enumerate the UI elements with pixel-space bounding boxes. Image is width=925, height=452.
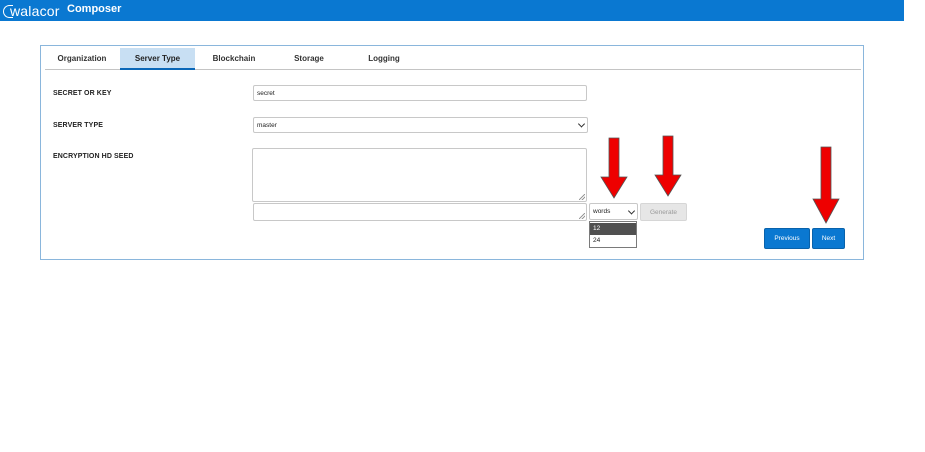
words-option-12[interactable]: 12	[590, 223, 636, 235]
seed-words-textarea[interactable]	[253, 203, 587, 221]
resize-grip-icon[interactable]	[579, 194, 585, 200]
next-button[interactable]: Next	[812, 228, 845, 249]
tab-logging[interactable]: Logging	[346, 48, 422, 69]
secret-input[interactable]: secret	[253, 85, 587, 101]
tab-organization[interactable]: Organization	[45, 48, 119, 69]
tab-storage[interactable]: Storage	[273, 48, 345, 69]
words-option-24[interactable]: 24	[590, 235, 636, 247]
server-type-select[interactable]: master	[253, 117, 588, 133]
logo-text: walacor	[10, 2, 60, 19]
tab-blockchain[interactable]: Blockchain	[196, 48, 272, 69]
walacor-logo: walacor	[3, 2, 60, 19]
red-arrow-icon	[654, 135, 682, 197]
previous-button[interactable]: Previous	[764, 228, 810, 249]
chevron-down-icon	[577, 120, 586, 128]
words-dropdown-list: 12 24	[589, 221, 637, 248]
words-select-value: words	[593, 208, 611, 215]
generate-button[interactable]: Generate	[640, 203, 687, 221]
server-type-label: SERVER TYPE	[53, 122, 103, 129]
seed-label: ENCRYPTION HD SEED	[53, 153, 134, 160]
app-title: Composer	[67, 3, 122, 15]
tab-server-type[interactable]: Server Type	[120, 48, 195, 70]
words-select[interactable]: words	[589, 203, 638, 220]
red-arrow-icon	[812, 146, 840, 224]
resize-grip-icon[interactable]	[579, 213, 585, 219]
seed-textarea[interactable]	[252, 148, 587, 202]
tab-bar: Organization Server Type Blockchain Stor…	[45, 48, 861, 70]
app-header: walacor Composer	[0, 0, 904, 21]
chevron-down-icon	[627, 206, 636, 215]
secret-label: SECRET OR KEY	[53, 90, 112, 97]
server-type-value: master	[257, 121, 277, 129]
red-arrow-icon	[600, 137, 628, 199]
secret-value: secret	[257, 89, 275, 97]
